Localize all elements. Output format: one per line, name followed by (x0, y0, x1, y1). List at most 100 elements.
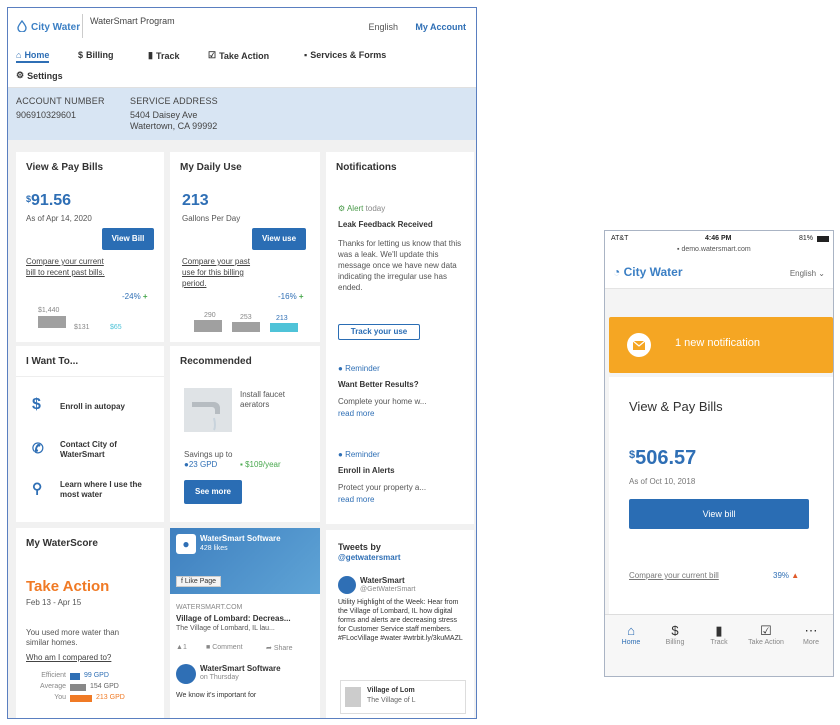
tweet-link-card[interactable]: Village of Lom The Village of L (340, 680, 466, 714)
fb-like-page-button[interactable]: f Like Page (176, 576, 222, 587)
track-your-use-button[interactable]: Track your use (338, 324, 420, 340)
mobile-lang-label: English (789, 269, 817, 278)
savings-gpd-value: 23 GPD (188, 460, 218, 469)
tweet-card-title: Village of Lom (367, 687, 415, 694)
mobile-language-selector[interactable]: English ⌄ (790, 269, 825, 278)
notifications-title: Notifications (336, 162, 397, 173)
nav-home-label: Home (24, 50, 50, 60)
mobile-logo[interactable]: ◔ City Water (613, 265, 683, 279)
mobile-bill-amount: $506.57 (629, 447, 696, 470)
see-more-button[interactable]: See more (184, 480, 242, 504)
tab-track[interactable]: ▮ Track (699, 623, 739, 646)
i-want-title: I Want To... (26, 356, 79, 367)
nav-billing-label: Billing (86, 50, 114, 60)
brand-name: City Water (31, 22, 81, 33)
tab-more[interactable]: ⋯ More (791, 623, 831, 646)
reminder-icon: ● (338, 450, 343, 459)
mobile-compare-link[interactable]: Compare your current bill (629, 571, 719, 580)
bar-label-2: $131 (74, 324, 90, 331)
dollar-icon: $ (78, 50, 84, 60)
reminder-2-text: Reminder (345, 450, 380, 459)
nav-billing[interactable]: $ Billing (78, 50, 114, 60)
share-icon: ➦ (266, 645, 272, 652)
daily-title: My Daily Use (180, 162, 242, 173)
reminder-2-title: Enroll in Alerts (338, 466, 395, 475)
fb-link-domain: WATERSMART.COM (176, 604, 243, 611)
money-icon: ▪ (240, 460, 243, 469)
my-account-link[interactable]: My Account (415, 22, 466, 32)
fb-comment-button[interactable]: ■ Comment (206, 644, 243, 651)
water-drop-icon: ◔ (613, 265, 621, 279)
reminder-1-label: ● Reminder (338, 364, 380, 373)
nav-take-action-label: Take Action (219, 50, 270, 61)
fb-post-when: on Thursday (200, 674, 239, 681)
nav-take-action[interactable]: ☑ Take Action (208, 50, 269, 61)
checkbox-icon: ☑ (208, 50, 217, 60)
efficient-bar (70, 673, 80, 680)
language-selector[interactable]: English (368, 22, 398, 32)
tweet-text: Utility Highlight of the Week: Hear from… (338, 599, 463, 642)
use-bar-1 (194, 320, 222, 332)
waterscore-title: My WaterScore (26, 538, 98, 549)
city-water-logo[interactable]: City Water (16, 19, 81, 35)
brand-divider (82, 14, 83, 38)
compare-use-link[interactable]: Compare your past use for this billing p… (182, 256, 262, 289)
forms-icon: ▪ (304, 50, 308, 60)
nav-settings[interactable]: ⚙ Settings (16, 70, 63, 81)
nav-home[interactable]: ⌂ Home (16, 50, 50, 63)
bar-chart-icon: ▮ (148, 50, 153, 60)
you-bar (70, 695, 92, 702)
account-bar: ACCOUNT NUMBER 906910329601 SERVICE ADDR… (8, 88, 476, 140)
document-icon (345, 687, 361, 707)
url-text: demo.watersmart.com (681, 246, 751, 253)
time: 4:46 PM (705, 235, 732, 242)
fb-page-name[interactable]: WaterSmart Software (200, 534, 281, 543)
notification-banner[interactable]: 1 new notification (609, 317, 833, 373)
alert-when: today (365, 204, 386, 213)
page: City Water WaterSmart Program English My… (0, 0, 840, 725)
nav-services-forms[interactable]: ▪ Services & Forms (304, 50, 386, 60)
tweet-card-sub: The Village of L (367, 697, 416, 704)
who-compared-link[interactable]: Who am I compared to? (26, 652, 111, 663)
enroll-autopay-link[interactable]: Enroll in autopay (60, 402, 125, 412)
arrow-up-icon: + (298, 292, 304, 301)
reminder-2-read-more[interactable]: read more (338, 494, 463, 505)
view-bill-button[interactable]: View Bill (102, 228, 154, 250)
use-pct-value: -16% (278, 292, 297, 301)
gear-icon: ⚙ (16, 70, 25, 80)
average-label: Average (40, 683, 66, 690)
tweet-user: @GetWaterSmart (360, 586, 416, 593)
mobile-view-bill-button[interactable]: View bill (629, 499, 809, 529)
fb-like-count[interactable]: ▲1 (176, 644, 187, 651)
mobile-bills-card: View & Pay Bills $506.57 As of Oct 10, 2… (609, 377, 833, 615)
tab-billing[interactable]: $ Billing (655, 623, 695, 646)
fb-share-button[interactable]: ➦ Share (266, 644, 293, 652)
efficient-value: 99 GPD (84, 672, 109, 679)
tweets-handle[interactable]: @getwatersmart (338, 553, 401, 562)
nav-services-label: Services & Forms (310, 50, 387, 60)
reminder-1-text: Reminder (345, 364, 380, 373)
lock-icon: ▪ (677, 246, 680, 253)
compare-bills-link[interactable]: Compare your current bill to recent past… (26, 256, 106, 278)
view-use-button[interactable]: View use (252, 228, 306, 250)
use-bar-2 (232, 322, 260, 332)
bills-title: View & Pay Bills (26, 162, 104, 173)
watersmart-avatar: ● (176, 534, 196, 554)
url-bar[interactable]: ▪ demo.watersmart.com (677, 246, 751, 253)
learn-usage-link[interactable]: Learn where I use the most water (60, 480, 150, 500)
nav-track[interactable]: ▮ Track (148, 50, 179, 61)
tab-home[interactable]: ⌂ Home (611, 623, 651, 646)
daily-unit: Gallons Per Day (182, 214, 241, 223)
tweet-author[interactable]: WaterSmart (360, 576, 405, 585)
fb-link-title[interactable]: Village of Lombard: Decreas... (176, 614, 291, 623)
tab-take-action[interactable]: ☑ Take Action (743, 623, 789, 646)
chevron-down-icon: ⌄ (818, 269, 825, 278)
mobile-bills-title: View & Pay Bills (629, 399, 723, 414)
contact-link[interactable]: Contact City of WaterSmart (60, 440, 140, 460)
fb-post-author[interactable]: WaterSmart Software (200, 664, 281, 673)
bill-value: 91.56 (31, 192, 72, 209)
bill-pct-value: -24% (122, 292, 141, 301)
program-name: WaterSmart Program (90, 16, 175, 26)
reminder-1-read-more[interactable]: read more (338, 408, 463, 419)
tweet-avatar (338, 576, 356, 594)
